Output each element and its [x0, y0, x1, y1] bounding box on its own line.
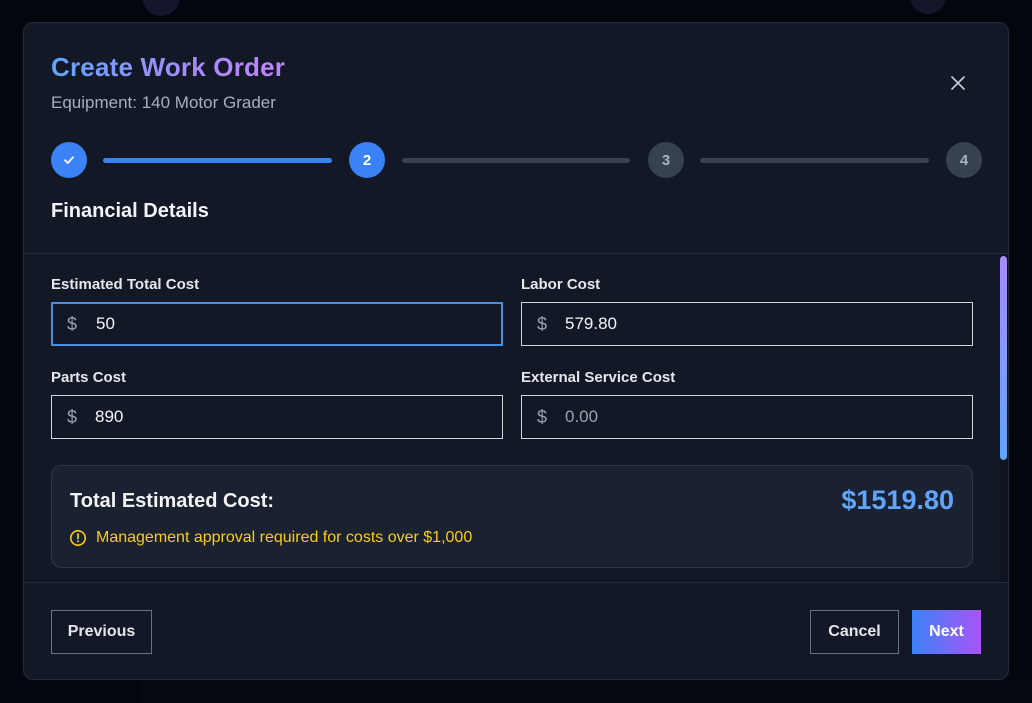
step-connector-1 — [103, 158, 332, 163]
financial-details-form: Estimated Total Cost $ Labor Cost $ Part… — [24, 253, 1008, 583]
create-work-order-dialog: Create Work Order Equipment: 140 Motor G… — [23, 22, 1009, 680]
scrollbar-thumb[interactable] — [1000, 256, 1007, 460]
previous-button[interactable]: Previous — [51, 610, 152, 654]
labor-cost-label: Labor Cost — [521, 276, 601, 293]
step-connector-2 — [402, 158, 630, 163]
dollar-sign-icon: $ — [67, 406, 78, 427]
dialog-title: Create Work Order — [51, 52, 286, 82]
close-button[interactable] — [944, 69, 972, 97]
labor-cost-field[interactable]: $ — [521, 302, 973, 346]
external-service-cost-field[interactable]: $ — [521, 395, 973, 439]
dollar-sign-icon: $ — [537, 313, 548, 334]
check-icon — [64, 156, 74, 164]
estimated-total-cost-input[interactable] — [96, 304, 501, 344]
parts-cost-field[interactable]: $ — [51, 395, 503, 439]
step-1-complete[interactable] — [51, 142, 87, 178]
step-2-active[interactable]: 2 — [349, 142, 385, 178]
section-title: Financial Details — [51, 200, 209, 222]
estimated-total-cost-field[interactable]: $ — [51, 302, 503, 346]
step-connector-3 — [700, 158, 929, 163]
close-icon — [951, 76, 965, 90]
labor-cost-input[interactable] — [565, 303, 972, 345]
total-estimated-cost-value: $1519.80 — [841, 485, 954, 515]
progress-stepper: 2 3 4 — [51, 142, 982, 178]
external-service-cost-label: External Service Cost — [521, 369, 676, 386]
step-4[interactable]: 4 — [946, 142, 982, 178]
dollar-sign-icon: $ — [537, 406, 548, 427]
parts-cost-label: Parts Cost — [51, 369, 127, 386]
dialog-header: Create Work Order Equipment: 140 Motor G… — [24, 23, 1008, 253]
approval-warning: Management approval required for costs o… — [69, 529, 472, 547]
approval-warning-text: Management approval required for costs o… — [96, 529, 473, 546]
total-estimated-cost-label: Total Estimated Cost: — [70, 490, 275, 512]
next-button[interactable]: Next — [912, 610, 981, 654]
cancel-button[interactable]: Cancel — [810, 610, 899, 654]
parts-cost-input[interactable] — [95, 396, 502, 438]
dollar-sign-icon: $ — [67, 313, 78, 334]
equipment-subtitle: Equipment: 140 Motor Grader — [51, 93, 276, 112]
external-service-cost-input[interactable] — [565, 396, 972, 438]
dialog-footer: Previous Cancel Next — [24, 583, 1008, 679]
alert-circle-icon — [70, 530, 86, 546]
cost-summary-card: Total Estimated Cost: $1519.80 Managemen… — [51, 465, 973, 568]
step-3[interactable]: 3 — [648, 142, 684, 178]
estimated-total-cost-label: Estimated Total Cost — [51, 276, 200, 293]
